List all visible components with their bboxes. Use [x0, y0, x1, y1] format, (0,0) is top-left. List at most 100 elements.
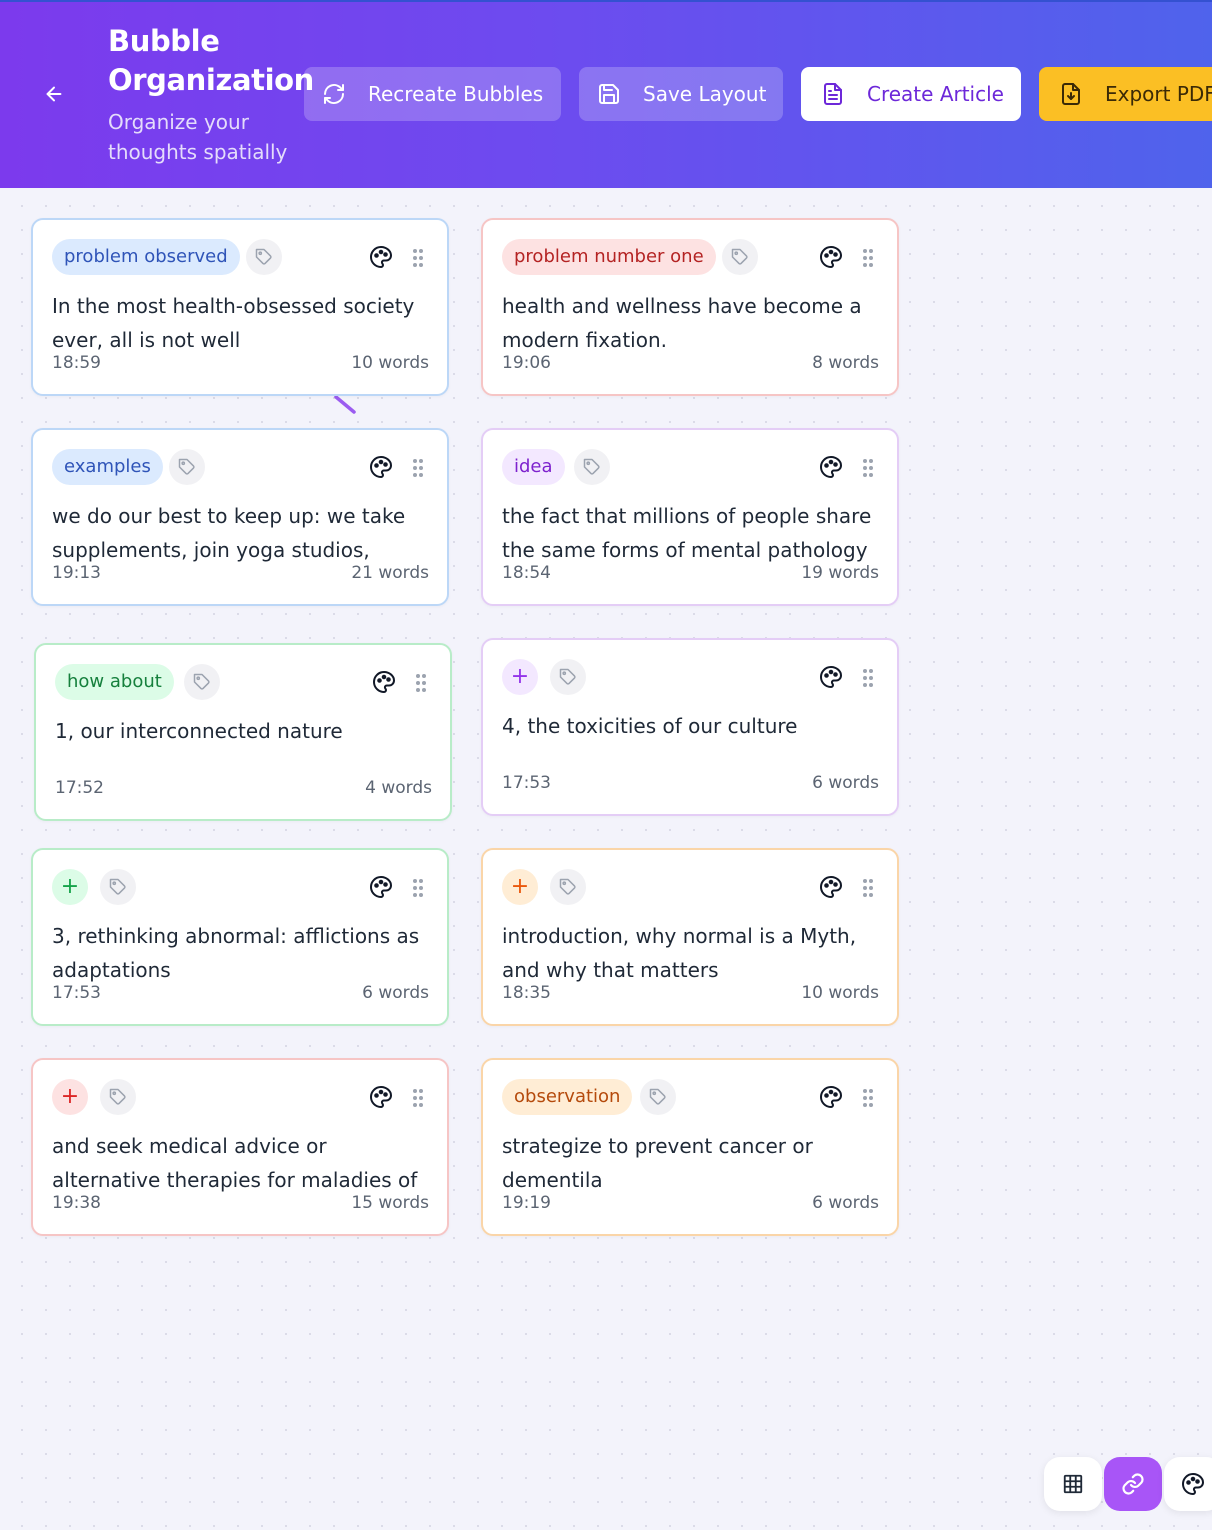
bubble-word-count: 4 words: [365, 778, 432, 798]
grid-view-button[interactable]: [1044, 1457, 1102, 1511]
add-tag-button[interactable]: [100, 869, 136, 905]
palette-icon[interactable]: [369, 455, 393, 479]
grid-icon: [1063, 1474, 1083, 1494]
bubble-text[interactable]: the fact that millions of people share t…: [502, 499, 882, 567]
add-tag-button[interactable]: [246, 239, 282, 275]
bubble-text[interactable]: 4, the toxicities of our culture: [502, 709, 882, 777]
bubble-card[interactable]: + and seek medical advice or alternative…: [31, 1058, 449, 1236]
bubble-timestamp: 19:06: [502, 353, 551, 373]
bubble-text[interactable]: strategize to prevent cancer or dementil…: [502, 1129, 882, 1197]
add-tag-button[interactable]: [550, 869, 586, 905]
bubble-tag[interactable]: examples: [52, 449, 163, 485]
bubble-card[interactable]: how about 1, our interconnected nature 1…: [34, 643, 452, 821]
bubble-timestamp: 17:53: [502, 773, 551, 793]
drag-handle-icon[interactable]: [861, 247, 875, 269]
tag-icon: [109, 878, 126, 895]
create-article-label: Create Article: [867, 82, 1004, 106]
palette-tool-button[interactable]: [1164, 1457, 1212, 1511]
bubble-timestamp: 18:54: [502, 563, 551, 583]
bubble-text[interactable]: 3, rethinking abnormal: afflictions as a…: [52, 919, 432, 987]
bubble-card[interactable]: + introduction, why normal is a Myth, an…: [481, 848, 899, 1026]
save-layout-button[interactable]: Save Layout: [579, 67, 783, 121]
bubble-word-count: 15 words: [351, 1193, 429, 1213]
tag-icon: [559, 668, 576, 685]
bubble-card[interactable]: problem observed In the most health-obse…: [31, 218, 449, 396]
create-article-button[interactable]: Create Article: [801, 67, 1021, 121]
arrow-left-icon: [46, 86, 62, 102]
bubble-tag[interactable]: idea: [502, 449, 565, 485]
bubble-card[interactable]: observation strategize to prevent cancer…: [481, 1058, 899, 1236]
bubble-word-count: 6 words: [812, 1193, 879, 1213]
add-tag-button[interactable]: [574, 449, 610, 485]
add-tag-button[interactable]: [550, 659, 586, 695]
palette-icon[interactable]: [369, 1085, 393, 1109]
drag-handle-icon[interactable]: [861, 877, 875, 899]
bubble-timestamp: 19:38: [52, 1193, 101, 1213]
add-tag-plus-button[interactable]: +: [502, 659, 538, 695]
bubble-timestamp: 17:52: [55, 778, 104, 798]
drag-handle-icon[interactable]: [861, 667, 875, 689]
add-tag-plus-button[interactable]: +: [52, 869, 88, 905]
bubble-card[interactable]: + 4, the toxicities of our culture 17:53…: [481, 638, 899, 816]
page-title: Bubble Organization: [108, 24, 314, 97]
add-tag-button[interactable]: [100, 1079, 136, 1115]
bubble-word-count: 19 words: [801, 563, 879, 583]
bubble-text[interactable]: and seek medical advice or alternative t…: [52, 1129, 432, 1197]
drag-handle-icon[interactable]: [861, 1087, 875, 1109]
bubble-text[interactable]: health and wellness have become a modern…: [502, 289, 882, 357]
bubble-text[interactable]: 1, our interconnected nature: [55, 714, 435, 782]
palette-icon[interactable]: [819, 1085, 843, 1109]
tag-icon: [109, 1088, 126, 1105]
back-button[interactable]: [38, 80, 70, 108]
add-tag-button[interactable]: [169, 449, 205, 485]
drag-handle-icon[interactable]: [411, 877, 425, 899]
bubble-timestamp: 18:35: [502, 983, 551, 1003]
drag-handle-icon[interactable]: [414, 672, 428, 694]
bubble-tag[interactable]: observation: [502, 1079, 633, 1115]
save-icon: [597, 82, 621, 106]
add-tag-plus-button[interactable]: +: [502, 869, 538, 905]
tag-icon: [583, 458, 600, 475]
link-mode-button[interactable]: [1104, 1457, 1162, 1511]
bubble-word-count: 10 words: [351, 353, 429, 373]
bubble-card[interactable]: examples we do our best to keep up: we t…: [31, 428, 449, 606]
palette-icon[interactable]: [369, 245, 393, 269]
palette-icon: [1182, 1472, 1205, 1496]
bubble-connector-line: [334, 395, 356, 414]
bubble-text[interactable]: introduction, why normal is a Myth, and …: [502, 919, 882, 987]
add-tag-button[interactable]: [722, 239, 758, 275]
bubble-card[interactable]: + 3, rethinking abnormal: afflictions as…: [31, 848, 449, 1026]
tag-icon: [193, 673, 210, 690]
drag-handle-icon[interactable]: [411, 247, 425, 269]
bubble-tag[interactable]: problem number one: [502, 239, 716, 275]
drag-handle-icon[interactable]: [861, 457, 875, 479]
add-tag-button[interactable]: [640, 1079, 676, 1115]
bubble-card[interactable]: idea the fact that millions of people sh…: [481, 428, 899, 606]
palette-icon[interactable]: [819, 665, 843, 689]
tag-icon: [255, 248, 272, 265]
drag-handle-icon[interactable]: [411, 1087, 425, 1109]
tag-icon: [178, 458, 195, 475]
palette-icon[interactable]: [372, 670, 396, 694]
recreate-bubbles-label: Recreate Bubbles: [368, 82, 544, 106]
add-tag-plus-button[interactable]: +: [52, 1079, 88, 1115]
file-download-icon: [1059, 82, 1083, 106]
palette-icon[interactable]: [819, 455, 843, 479]
palette-icon[interactable]: [819, 875, 843, 899]
page-subtitle: Organize your thoughts spatially: [108, 110, 288, 164]
bubble-tag[interactable]: problem observed: [52, 239, 240, 275]
add-tag-button[interactable]: [184, 664, 220, 700]
bubble-tag[interactable]: how about: [55, 664, 174, 700]
bubble-card[interactable]: problem number one health and wellness h…: [481, 218, 899, 396]
export-pdf-button[interactable]: Export PDF: [1039, 67, 1212, 121]
bubble-timestamp: 18:59: [52, 353, 101, 373]
drag-handle-icon[interactable]: [411, 457, 425, 479]
recreate-bubbles-button[interactable]: Recreate Bubbles: [304, 67, 561, 121]
tag-icon: [649, 1088, 666, 1105]
palette-icon[interactable]: [369, 875, 393, 899]
bubble-text[interactable]: In the most health-obsessed society ever…: [52, 289, 432, 357]
tag-icon: [731, 248, 748, 265]
bubble-text[interactable]: we do our best to keep up: we take suppl…: [52, 499, 432, 567]
palette-icon[interactable]: [819, 245, 843, 269]
link-icon: [1122, 1473, 1144, 1495]
